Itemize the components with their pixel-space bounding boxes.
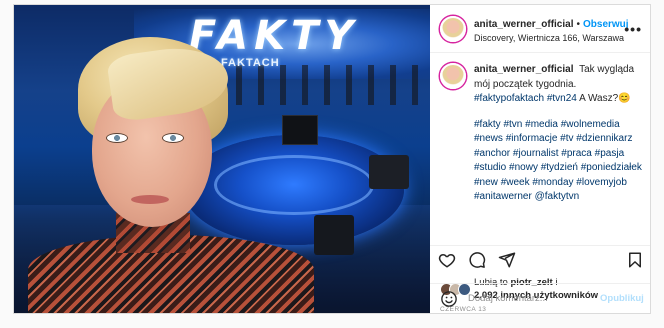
author-username[interactable]: anita_werner_official	[474, 19, 573, 30]
hashtag-link[interactable]: #nowy	[509, 162, 538, 173]
instagram-post: FAKTY PO FAKTACH anita_werner_official • O…	[13, 4, 651, 314]
post-caption: anita_werner_official Tak wygląda mój po…	[430, 53, 650, 245]
hashtag-link[interactable]: #tv	[560, 133, 573, 144]
heart-icon	[438, 253, 456, 268]
hashtag-link[interactable]: #anitawerner	[474, 191, 532, 202]
hashtag-link[interactable]: #studio	[474, 162, 506, 173]
hashtag-link[interactable]: #media	[525, 119, 558, 130]
hashtag-link[interactable]: #lovemyjob	[576, 177, 627, 188]
post-side-panel: anita_werner_official • Obserwuj Discovery…	[430, 5, 650, 313]
eye	[162, 133, 184, 143]
hashtag-link[interactable]: #fakty	[474, 119, 501, 130]
hashtag-link[interactable]: #tydzień	[541, 162, 578, 173]
share-button[interactable]	[498, 251, 516, 269]
studio-camera	[314, 215, 354, 255]
hashtag-link[interactable]: #news	[474, 133, 503, 144]
author-avatar[interactable]	[440, 15, 466, 42]
hashtag-link[interactable]: #tvn	[503, 119, 522, 130]
hashtag-link[interactable]: #wolnemedia	[561, 119, 620, 130]
hashtag-link[interactable]: #new	[474, 177, 498, 188]
comment-button[interactable]	[468, 251, 486, 269]
hashtag-link[interactable]: #faktypofaktach	[474, 93, 544, 104]
hashtag-link[interactable]: #dziennikarz	[576, 133, 632, 144]
follow-button[interactable]: Obserwuj	[583, 19, 629, 30]
caption-body: anita_werner_official Tak wygląda mój po…	[474, 63, 642, 245]
studio-camera	[369, 155, 409, 189]
hashtag-link[interactable]: #poniedziałek	[581, 162, 642, 173]
hashtag-list: #fakty #tvn #media #wolnemedia #news #in…	[474, 118, 642, 205]
author-info: anita_werner_official • Obserwuj Discovery…	[474, 13, 629, 44]
hashtag-link[interactable]: #tvn24	[547, 93, 577, 104]
hashtag-link[interactable]: #monday	[532, 177, 573, 188]
hashtag-link[interactable]: @faktytvn	[535, 191, 580, 202]
hashtag-link[interactable]: #pasja	[595, 148, 624, 159]
bookmark-icon	[629, 252, 641, 268]
comment-icon	[469, 251, 486, 268]
smile-emoji: 😊	[618, 93, 631, 104]
like-button[interactable]	[438, 251, 456, 269]
hashtag-link[interactable]: #anchor	[474, 148, 510, 159]
comment-bar: Opublikuj	[430, 283, 650, 313]
eye	[106, 133, 128, 143]
post-location[interactable]: Discovery, Wiertnicza 166, Warszawa	[474, 33, 624, 44]
emoji-button[interactable]	[440, 290, 458, 308]
post-photo[interactable]: FAKTY PO FAKTACH	[14, 5, 430, 313]
save-button[interactable]	[626, 251, 644, 269]
caption-text: A Wasz?	[579, 93, 619, 104]
post-header: anita_werner_official • Obserwuj Discovery…	[430, 5, 650, 53]
hashtag-link[interactable]: #praca	[561, 148, 592, 159]
post-actions	[430, 245, 650, 273]
caption-username[interactable]: anita_werner_official	[474, 64, 573, 75]
hashtag-link[interactable]: #week	[501, 177, 530, 188]
separator-dot: •	[576, 18, 580, 30]
emoji-icon	[441, 290, 457, 307]
hashtag-link[interactable]: #journalist	[513, 148, 559, 159]
more-options-button[interactable]: •••	[624, 21, 642, 37]
hashtag-link[interactable]: #informacje	[506, 133, 558, 144]
selfie-person	[14, 5, 314, 313]
comment-input[interactable]	[468, 293, 600, 304]
lips	[131, 195, 169, 204]
send-icon	[498, 252, 516, 268]
caption-author-avatar[interactable]	[440, 63, 466, 89]
publish-comment-button[interactable]: Opublikuj	[600, 293, 644, 304]
